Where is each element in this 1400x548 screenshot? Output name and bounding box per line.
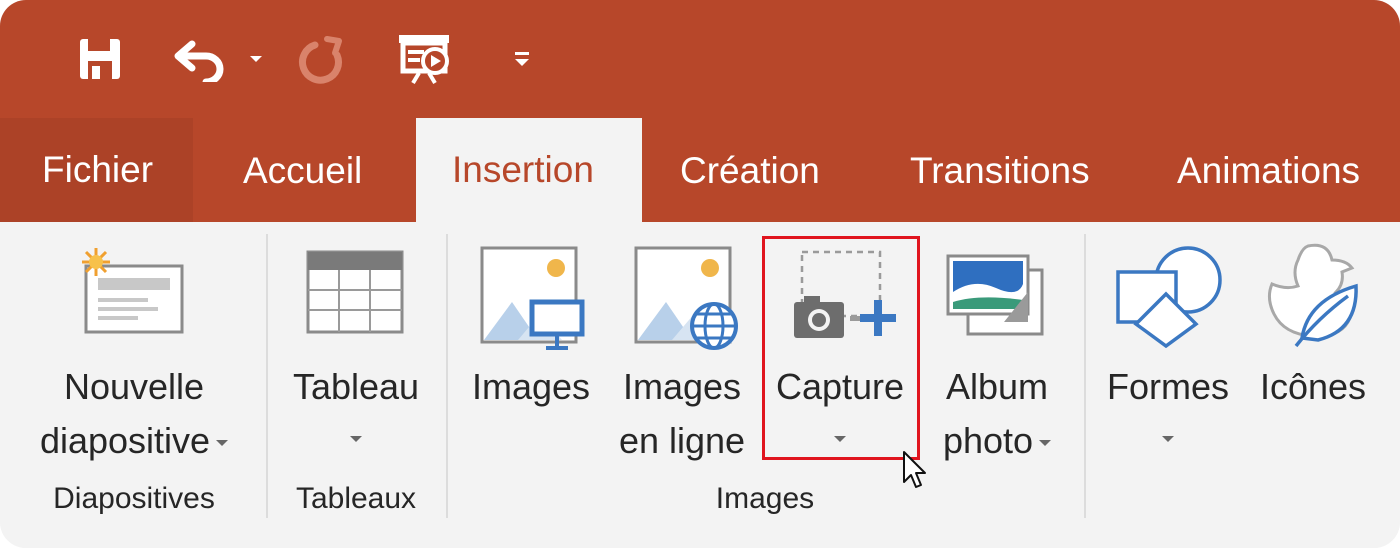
shapes-button[interactable]: Formes — [1096, 234, 1240, 474]
customize-qat-button[interactable] — [506, 28, 538, 90]
online-picture-icon — [634, 246, 738, 350]
new-slide-label-line2-wrap: diapositive — [14, 414, 254, 468]
table-label: Tableau — [292, 366, 420, 407]
redo-button[interactable] — [292, 28, 354, 90]
icons-label: Icônes — [1259, 366, 1367, 407]
chevron-down-icon — [250, 56, 262, 62]
images-label: Images — [471, 366, 591, 407]
tab-insertion[interactable]: Insertion — [416, 118, 642, 222]
photo-album-button[interactable]: Album photo — [922, 234, 1072, 474]
redo-icon — [299, 36, 342, 84]
picture-icon — [480, 246, 585, 350]
undo-button[interactable] — [170, 28, 232, 90]
save-button[interactable] — [68, 28, 132, 90]
icons-button[interactable]: Icônes — [1248, 234, 1378, 474]
tab-creation[interactable]: Création — [680, 140, 820, 202]
online-images-label-line1: Images — [622, 366, 742, 407]
shapes-label: Formes — [1106, 366, 1229, 407]
title-bar: Fichier Accueil Insertion Création Trans… — [0, 0, 1400, 222]
customize-qat-icon — [515, 52, 529, 66]
new-slide-icon — [82, 248, 184, 334]
powerpoint-window: Fichier Accueil Insertion Création Trans… — [0, 0, 1400, 548]
new-slide-button[interactable]: Nouvelle diapositive — [14, 234, 254, 474]
new-slide-label-line1: Nouvelle — [63, 366, 205, 407]
chevron-down-icon — [350, 436, 362, 442]
images-button[interactable]: Images — [458, 234, 604, 474]
group-separator — [1084, 234, 1086, 518]
tab-transitions[interactable]: Transitions — [910, 140, 1090, 202]
table-icon — [306, 250, 404, 334]
photo-album-label-line2: photo — [942, 420, 1034, 461]
group-label-tableaux: Tableaux — [295, 482, 417, 515]
group-separator — [446, 234, 448, 518]
group-separator — [266, 234, 268, 518]
photo-album-label-line1: Album — [945, 366, 1049, 407]
shapes-icon — [1116, 246, 1222, 348]
capture-highlight-box — [762, 236, 920, 460]
group-label-images: Images — [715, 482, 815, 515]
table-button[interactable]: Tableau — [278, 234, 434, 474]
photo-album-icon — [946, 254, 1044, 336]
tab-animations[interactable]: Animations — [1177, 140, 1360, 202]
chevron-down-icon — [1162, 436, 1174, 442]
present-from-start-icon — [399, 35, 449, 85]
present-from-start-button[interactable] — [392, 28, 460, 90]
icons-gallery-icon — [1267, 243, 1358, 348]
chevron-down-icon — [216, 440, 229, 447]
chevron-down-icon — [1039, 440, 1052, 447]
tab-accueil[interactable]: Accueil — [243, 140, 362, 202]
mouse-pointer-icon — [903, 451, 926, 488]
undo-dropdown[interactable] — [244, 28, 268, 90]
group-label-diapositives: Diapositives — [53, 482, 215, 515]
online-images-label-line2: en ligne — [618, 420, 746, 461]
photo-album-label-line2-wrap: photo — [922, 414, 1072, 468]
online-images-button[interactable]: Images en ligne — [608, 234, 756, 474]
undo-icon — [174, 40, 224, 82]
save-icon — [80, 39, 120, 79]
new-slide-label-line2: diapositive — [39, 420, 211, 461]
tab-fichier[interactable]: Fichier — [0, 118, 194, 222]
